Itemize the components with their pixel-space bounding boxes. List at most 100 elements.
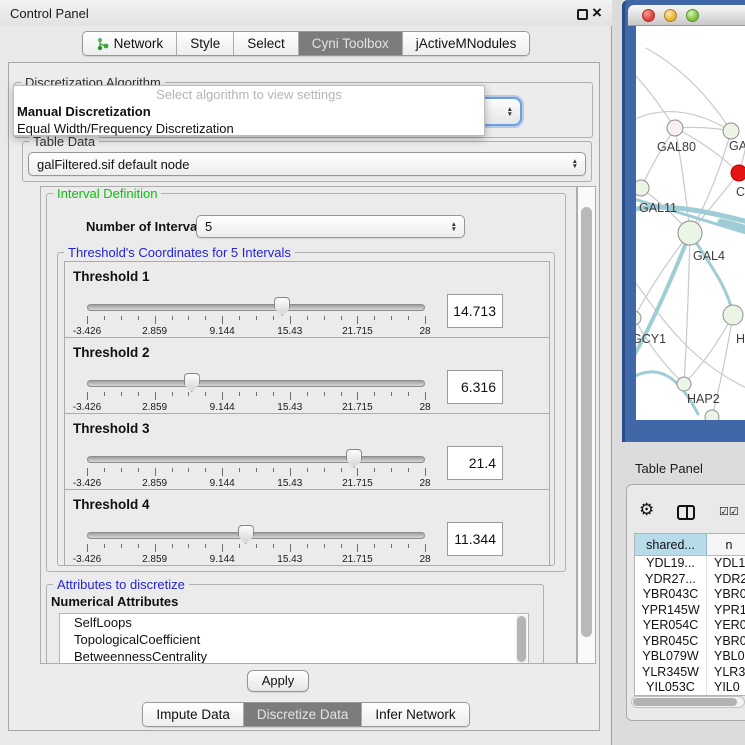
tab-jactivemnodules[interactable]: jActiveMNodules — [402, 32, 530, 55]
settings-vertical-scrollbar[interactable] — [577, 186, 596, 664]
table-row[interactable]: YDL19...YDL1 — [635, 556, 745, 572]
network-node-h[interactable] — [723, 305, 743, 325]
table-row[interactable]: YER054CYER0 — [635, 618, 745, 634]
network-node-hap2[interactable] — [677, 377, 691, 391]
cell-shared-name[interactable]: YPR145W — [635, 603, 707, 619]
threshold-slider[interactable]: -3.4262.8599.14415.4321.71528 — [87, 526, 425, 564]
network-edge[interactable] — [636, 71, 675, 128]
number-of-intervals-combobox[interactable]: 5 ▲▼ — [196, 215, 465, 238]
network-window-titlebar[interactable] — [628, 5, 745, 26]
bottom-tab-impute-data[interactable]: Impute Data — [143, 703, 243, 726]
attribute-list-item[interactable]: SelfLoops — [60, 614, 528, 631]
algorithm-option[interactable]: Manual Discretization — [14, 103, 484, 120]
network-node-gcy1[interactable] — [636, 311, 641, 325]
threshold-value-field[interactable]: 11.344 — [447, 522, 503, 556]
slider-handle[interactable] — [184, 373, 200, 392]
slider-track[interactable] — [87, 380, 425, 387]
tab-select[interactable]: Select — [233, 32, 298, 55]
network-canvas[interactable]: GAL80GACGAL11GAL4GCY1HHAP2 — [636, 26, 745, 420]
select-columns-checkboxes-icon[interactable]: ☑☑ — [719, 505, 739, 518]
network-node-ga[interactable] — [723, 123, 739, 139]
threshold-panel: Threshold 2 -3.4262.8599.14415.4321.7152… — [64, 337, 550, 414]
table-row[interactable]: YPR145WYPR1 — [635, 603, 745, 619]
attribute-list-item[interactable]: BetweennessCentrality — [60, 648, 528, 664]
algorithm-dropdown-popup: Select algorithm to view settings Manual… — [13, 85, 485, 136]
cell-shared-name[interactable]: YIL053C — [635, 680, 707, 696]
columns-icon[interactable] — [677, 505, 695, 520]
table-panel-window: ⚙ ☑☑ shared... n YDL19...YDL1YDR27...YDR… — [626, 484, 745, 721]
threshold-stack: Threshold 1 -3.4262.8599.14415.4321.7152… — [64, 262, 550, 566]
cell-name[interactable]: YBR0 — [707, 587, 745, 603]
network-edge[interactable] — [636, 233, 690, 318]
bottom-tab-discretize-data[interactable]: Discretize Data — [243, 703, 362, 726]
slider-track[interactable] — [87, 456, 425, 463]
table-horizontal-scrollbar-thumb[interactable] — [633, 698, 737, 706]
network-edge[interactable] — [646, 48, 731, 131]
attributes-list-scrollbar[interactable] — [516, 615, 527, 664]
attribute-list-item[interactable]: TopologicalCoefficient — [60, 631, 528, 648]
table-header-name[interactable]: n — [707, 534, 745, 555]
tab-network[interactable]: Network — [83, 32, 177, 55]
cell-shared-name[interactable]: YBR045C — [635, 634, 707, 650]
tick-label: -3.426 — [73, 478, 101, 489]
threshold-value-field[interactable]: 14.713 — [447, 294, 503, 328]
cell-name[interactable]: YDR2 — [707, 572, 745, 588]
threshold-value-field[interactable]: 21.4 — [447, 446, 503, 480]
combo-stepper-icon: ▲▼ — [572, 159, 578, 169]
table-row[interactable]: YDR27...YDR2 — [635, 572, 745, 588]
slider-track[interactable] — [87, 532, 425, 539]
slider-handle[interactable] — [238, 525, 254, 544]
cell-name[interactable]: YLR3 — [707, 665, 745, 681]
threshold-value-field[interactable]: 6.316 — [447, 370, 503, 404]
threshold-slider[interactable]: -3.4262.8599.14415.4321.71528 — [87, 374, 425, 412]
slider-handle[interactable] — [346, 449, 362, 468]
network-node-c[interactable] — [731, 165, 745, 181]
table-row[interactable]: YLR345WYLR3 — [635, 665, 745, 681]
cell-name[interactable]: YIL0 — [707, 680, 745, 696]
tab-style[interactable]: Style — [176, 32, 233, 55]
table-row[interactable]: YIL053CYIL0 — [635, 680, 745, 696]
cell-shared-name[interactable]: YBR043C — [635, 587, 707, 603]
tab-cyni-toolbox[interactable]: Cyni Toolbox — [298, 32, 402, 55]
table-header-shared-name[interactable]: shared... — [635, 534, 707, 555]
table-row[interactable]: YBR045CYBR0 — [635, 634, 745, 650]
threshold-slider[interactable]: -3.4262.8599.14415.4321.71528 — [87, 298, 425, 336]
cell-name[interactable]: YBL0 — [707, 649, 745, 665]
cell-name[interactable]: YBR0 — [707, 634, 745, 650]
cell-shared-name[interactable]: YDR27... — [635, 572, 707, 588]
close-icon[interactable]: × — [592, 3, 602, 22]
network-edge[interactable] — [641, 128, 675, 188]
threshold-slider[interactable]: -3.4262.8599.14415.4321.71528 — [87, 450, 425, 488]
table-panel-title: Table Panel — [635, 461, 703, 476]
mac-minimize-button[interactable] — [664, 9, 677, 22]
gear-icon[interactable]: ⚙ — [639, 501, 654, 518]
table-horizontal-scrollbar[interactable] — [631, 696, 745, 708]
float-window-icon[interactable] — [577, 9, 588, 20]
settings-vertical-scrollbar-thumb[interactable] — [581, 207, 592, 637]
mac-zoom-button[interactable] — [686, 9, 699, 22]
network-node-gal11[interactable] — [636, 180, 649, 196]
network-node[interactable] — [705, 410, 719, 420]
algorithm-option[interactable]: Equal Width/Frequency Discretization — [14, 120, 484, 137]
slider-track[interactable] — [87, 304, 425, 311]
cell-shared-name[interactable]: YBL079W — [635, 649, 707, 665]
network-edge[interactable] — [684, 233, 690, 384]
cell-shared-name[interactable]: YLR345W — [635, 665, 707, 681]
apply-button[interactable]: Apply — [247, 670, 309, 692]
cell-name[interactable]: YDL1 — [707, 556, 745, 572]
cell-name[interactable]: YPR1 — [707, 603, 745, 619]
cell-name[interactable]: YER0 — [707, 618, 745, 634]
cell-shared-name[interactable]: YER054C — [635, 618, 707, 634]
attributes-list-scrollbar-thumb[interactable] — [517, 616, 526, 662]
network-edge[interactable] — [690, 233, 733, 315]
tick-label: 21.715 — [342, 326, 373, 337]
bottom-tab-infer-network[interactable]: Infer Network — [361, 703, 468, 726]
table-row[interactable]: YBL079WYBL0 — [635, 649, 745, 665]
slider-handle[interactable] — [274, 297, 290, 316]
table-data-combobox[interactable]: galFiltered.sif default node ▲▼ — [28, 152, 586, 176]
table-row[interactable]: YBR043CYBR0 — [635, 587, 745, 603]
network-node-gal4[interactable] — [678, 221, 702, 245]
mac-close-button[interactable] — [642, 9, 655, 22]
network-node-gal80[interactable] — [667, 120, 683, 136]
cell-shared-name[interactable]: YDL19... — [635, 556, 707, 572]
